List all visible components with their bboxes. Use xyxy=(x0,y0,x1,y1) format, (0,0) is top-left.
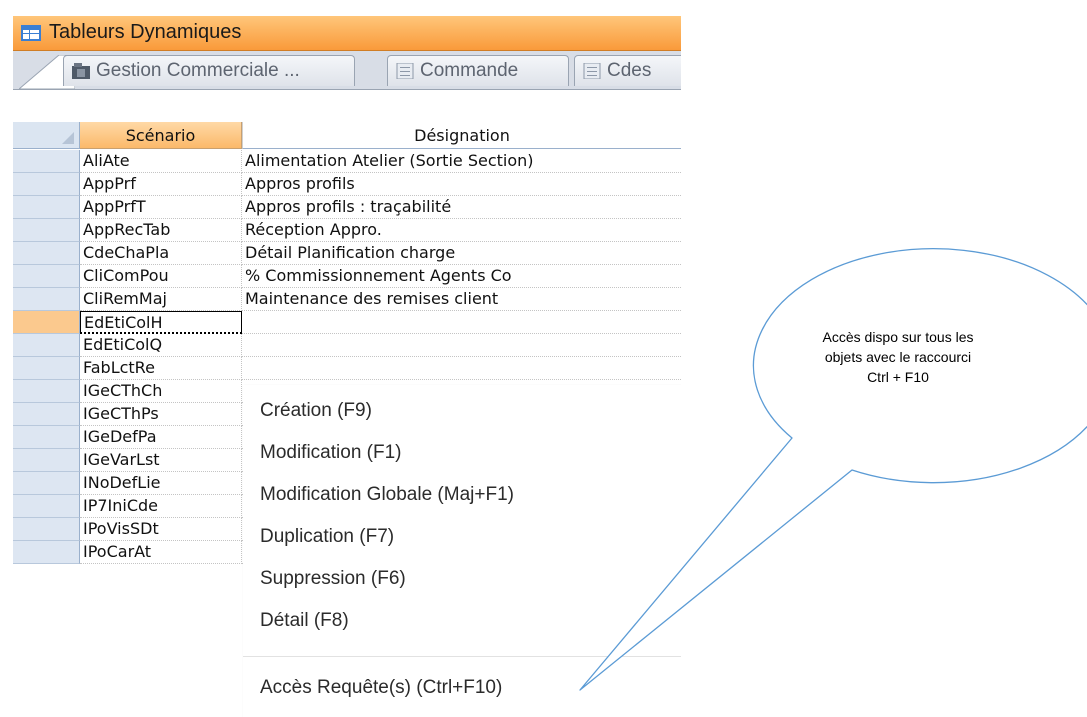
table-row[interactable]: AliAte Alimentation Atelier (Sortie Secti… xyxy=(13,150,681,173)
row-selector[interactable] xyxy=(13,403,80,426)
document-icon xyxy=(583,63,601,79)
tab-gestion-commerciale[interactable]: Gestion Commerciale ... xyxy=(63,55,355,86)
row-selector[interactable] xyxy=(13,495,80,518)
app-window: Tableurs Dynamiques Gestion Commerciale … xyxy=(13,16,681,717)
cell-scenario[interactable]: IGeCThCh xyxy=(80,380,242,403)
select-all-corner[interactable] xyxy=(13,122,80,149)
row-selector[interactable] xyxy=(13,150,80,173)
cell-scenario[interactable]: AppRecTab xyxy=(80,219,242,242)
menu-item-detail[interactable]: Détail (F8) xyxy=(260,610,349,632)
menu-separator xyxy=(243,656,681,657)
menu-item-modification[interactable]: Modification (F1) xyxy=(260,442,402,464)
callout-line: Ctrl + F10 xyxy=(867,369,929,385)
row-selector[interactable] xyxy=(13,334,80,357)
cell-designation[interactable]: Maintenance des remises client xyxy=(242,288,681,311)
grid-header: Scénario Désignation xyxy=(13,122,681,149)
callout-text: Accès dispo sur tous les objets avec le … xyxy=(790,327,1006,387)
row-selector[interactable] xyxy=(13,219,80,242)
cell-scenario[interactable]: EdEtiColQ xyxy=(80,334,242,357)
cell-scenario[interactable]: CliRemMaj xyxy=(80,288,242,311)
callout-line: objets avec le raccourci xyxy=(824,349,972,365)
table-row-selected[interactable]: EdEtiColH xyxy=(13,311,681,334)
column-header-designation[interactable]: Désignation xyxy=(242,122,681,149)
row-selector[interactable] xyxy=(13,518,80,541)
spreadsheet-app-icon xyxy=(21,25,41,41)
row-selector[interactable] xyxy=(13,449,80,472)
row-selector[interactable] xyxy=(13,311,80,334)
table-row[interactable]: CliRemMaj Maintenance des remises client xyxy=(13,288,681,311)
row-selector[interactable] xyxy=(13,265,80,288)
cell-scenario[interactable]: IGeCThPs xyxy=(80,403,242,426)
tab-bar: Gestion Commerciale ... Commande Cdes xyxy=(13,51,681,90)
cell-scenario[interactable]: FabLctRe xyxy=(80,357,242,380)
cell-designation[interactable] xyxy=(242,334,681,357)
tab-label: Cdes xyxy=(607,60,652,81)
row-selector[interactable] xyxy=(13,541,80,564)
table-row[interactable]: AppPrf Appros profils xyxy=(13,173,681,196)
folder-db-icon xyxy=(72,63,90,79)
row-selector[interactable] xyxy=(13,242,80,265)
column-header-scenario[interactable]: Scénario xyxy=(80,122,242,149)
title-bar: Tableurs Dynamiques xyxy=(13,16,681,51)
cell-scenario[interactable]: IGeDefPa xyxy=(80,426,242,449)
row-selector[interactable] xyxy=(13,288,80,311)
cell-scenario[interactable]: IP7IniCde xyxy=(80,495,242,518)
select-all-triangle-icon xyxy=(62,132,74,144)
menu-item-modification-globale[interactable]: Modification Globale (Maj+F1) xyxy=(260,484,514,506)
cell-scenario[interactable]: AppPrfT xyxy=(80,196,242,219)
menu-item-acces-requetes[interactable]: Accès Requête(s) (Ctrl+F10) xyxy=(260,677,502,699)
tab-label: Commande xyxy=(420,60,519,81)
row-selector[interactable] xyxy=(13,173,80,196)
tab-commande[interactable]: Commande xyxy=(387,55,569,86)
table-row[interactable]: AppRecTab Réception Appro. xyxy=(13,219,681,242)
cell-scenario[interactable]: INoDefLie xyxy=(80,472,242,495)
table-row[interactable]: FabLctRe xyxy=(13,357,681,380)
table-row[interactable]: CdeChaPla Détail Planification charge xyxy=(13,242,681,265)
table-row[interactable]: CliComPou% Commissionnement Agents Co xyxy=(13,265,681,288)
table-row[interactable]: AppPrfT Appros profils : traçabilité xyxy=(13,196,681,219)
menu-item-duplication[interactable]: Duplication (F7) xyxy=(260,526,394,548)
cell-scenario[interactable]: IGeVarLst xyxy=(80,449,242,472)
cell-scenario[interactable]: EdEtiColH xyxy=(80,311,242,334)
cell-scenario[interactable]: CdeChaPla xyxy=(80,242,242,265)
row-selector[interactable] xyxy=(13,357,80,380)
cell-designation[interactable]: % Commissionnement Agents Co xyxy=(242,265,681,288)
context-menu: Création (F9) Modification (F1) Modifica… xyxy=(243,385,681,717)
tab-label: Gestion Commerciale ... xyxy=(96,60,300,81)
cell-designation[interactable]: Appros profils : traçabilité xyxy=(242,196,681,219)
window-title: Tableurs Dynamiques xyxy=(49,21,242,43)
cell-designation[interactable] xyxy=(242,357,681,380)
row-selector[interactable] xyxy=(13,196,80,219)
cell-scenario[interactable]: AppPrf xyxy=(80,173,242,196)
cell-designation[interactable]: Appros profils xyxy=(242,173,681,196)
cell-designation[interactable] xyxy=(242,311,681,334)
menu-item-suppression[interactable]: Suppression (F6) xyxy=(260,568,406,590)
row-selector[interactable] xyxy=(13,426,80,449)
cell-designation[interactable]: Alimentation Atelier (Sortie Section) xyxy=(242,150,681,173)
callout-line: Accès dispo sur tous les xyxy=(822,329,974,345)
document-icon xyxy=(396,63,414,79)
cell-scenario[interactable]: IPoCarAt xyxy=(80,541,242,564)
menu-item-creation[interactable]: Création (F9) xyxy=(260,400,372,422)
cell-scenario[interactable]: IPoVisSDt xyxy=(80,518,242,541)
table-row[interactable]: EdEtiColQ xyxy=(13,334,681,357)
cell-designation[interactable]: Détail Planification charge xyxy=(242,242,681,265)
tab-cdes[interactable]: Cdes xyxy=(574,55,681,86)
cell-designation[interactable]: Réception Appro. xyxy=(242,219,681,242)
row-selector[interactable] xyxy=(13,380,80,403)
cell-scenario[interactable]: AliAte xyxy=(80,150,242,173)
row-selector[interactable] xyxy=(13,472,80,495)
cell-scenario[interactable]: CliComPou xyxy=(80,265,242,288)
